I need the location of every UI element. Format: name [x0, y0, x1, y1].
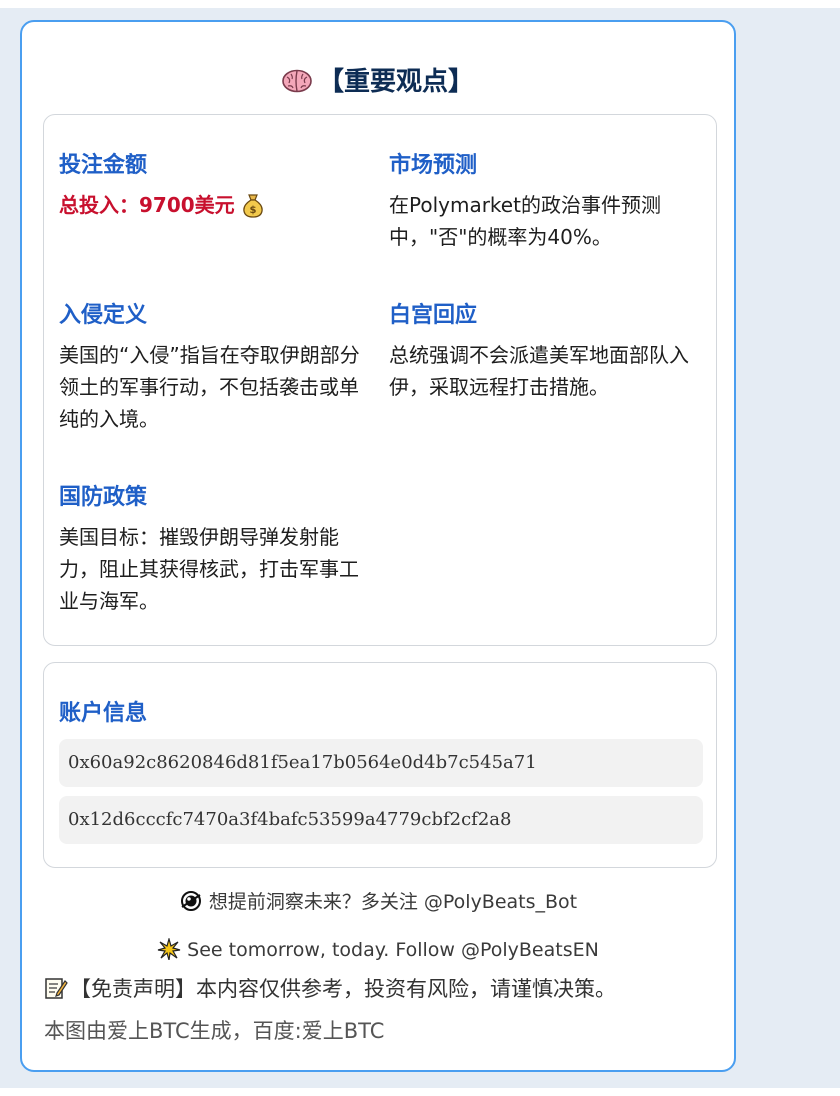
bottom-strip — [0, 1088, 840, 1096]
invasion-definition-body: 美国的“入侵”指旨在夺取伊朗部分领土的军事行动，不包括袭击或单纯的入境。 — [59, 343, 360, 431]
market-forecast-body: 在Polymarket的政治事件预测中，"否"的概率为40%。 — [389, 193, 661, 249]
crystal-ball-icon — [179, 890, 203, 912]
white-house-response-section: 白宫回应 总统强调不会派遣美军地面部队入伊，采取远程打击措施。 — [389, 301, 701, 403]
disclaimer-text: 【免责声明】本内容仅供参考，投资有风险，请谨慎决策。 — [70, 977, 616, 1001]
account-info-panel: 账户信息 0x60a92c8620846d81f5ea17b0564e0d4b7… — [43, 662, 717, 868]
key-points-panel: 投注金额 总投入：9700美元 $ 市场预测 在Polymarket的政治事件预… — [43, 114, 717, 646]
bet-amount-heading: 投注金额 — [59, 153, 148, 178]
market-forecast-section: 市场预测 在Polymarket的政治事件预测中，"否"的概率为40%。 — [389, 151, 701, 253]
defense-policy-body: 美国目标：摧毁伊朗导弹发射能力，阻止其获得核武，打击军事工业与海军。 — [59, 525, 359, 613]
white-house-response-body: 总统强调不会派遣美军地面部队入伊，采取远程打击措施。 — [389, 343, 689, 399]
white-house-response-heading: 白宫回应 — [389, 303, 478, 328]
card-title-text: 【重要观点】 — [317, 67, 474, 97]
footer-en-text: See tomorrow, today. Follow @PolyBeatsEN — [187, 939, 599, 961]
credit-line: 本图由爱上BTC生成，百度:爱上BTC — [44, 1019, 385, 1043]
invasion-definition-heading: 入侵定义 — [59, 303, 148, 328]
disclaimer: 【免责声明】本内容仅供参考，投资有风险，请谨慎决策。 — [44, 974, 616, 1004]
wallet-address-1[interactable]: 0x60a92c8620846d81f5ea17b0564e0d4b7c545a… — [59, 739, 703, 787]
defense-policy-heading: 国防政策 — [59, 485, 148, 510]
wallet-address-2[interactable]: 0x12d6cccfc7470a3f4bafc53599a4779cbf2cf2… — [59, 796, 703, 844]
total-investment-text: 总投入：9700美元 — [59, 193, 235, 217]
bet-amount-section: 投注金额 总投入：9700美元 $ — [59, 151, 371, 221]
key-points-card: 【重要观点】 投注金额 总投入：9700美元 $ 市场预测 在Polymarke… — [20, 20, 736, 1072]
market-forecast-heading: 市场预测 — [389, 153, 478, 178]
footer-cn-text: 想提前洞察未来？多关注 @PolyBeats_Bot — [208, 891, 578, 913]
defense-policy-section: 国防政策 美国目标：摧毁伊朗导弹发射能力，阻止其获得核武，打击军事工业与海军。 — [59, 483, 371, 617]
svg-text:$: $ — [249, 205, 256, 216]
card-title: 【重要观点】 — [22, 64, 734, 100]
money-bag-icon: $ — [241, 192, 265, 218]
footer-cn-line: 想提前洞察未来？多关注 @PolyBeats_Bot — [22, 888, 734, 916]
sparkle-burst-icon — [157, 936, 181, 961]
brain-icon — [282, 67, 312, 93]
account-info-section: 账户信息 — [59, 699, 699, 729]
invasion-definition-section: 入侵定义 美国的“入侵”指旨在夺取伊朗部分领土的军事行动，不包括袭击或单纯的入境… — [59, 301, 371, 435]
total-investment: 总投入：9700美元 $ — [59, 189, 371, 221]
top-strip — [0, 0, 840, 8]
memo-icon — [44, 976, 68, 1000]
account-info-heading: 账户信息 — [59, 701, 148, 726]
footer-en-line: See tomorrow, today. Follow @PolyBeatsEN — [22, 936, 734, 964]
